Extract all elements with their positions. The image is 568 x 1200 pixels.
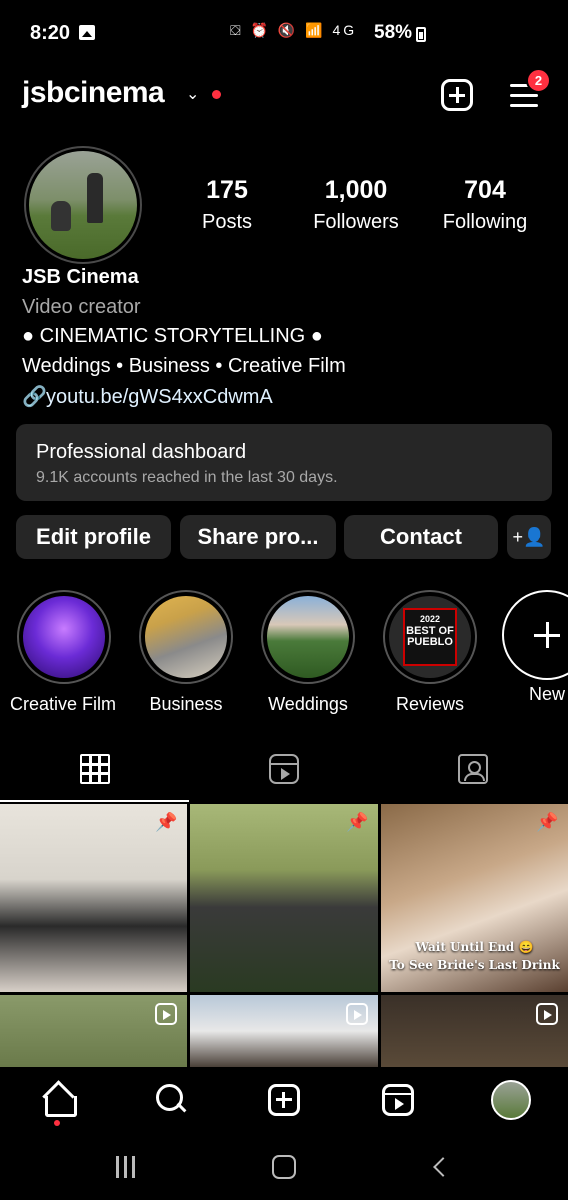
professional-dashboard[interactable]: Professional dashboard 9.1K accounts rea… <box>16 424 552 501</box>
post-thumbnail[interactable] <box>190 995 378 1067</box>
create-icon[interactable] <box>268 1084 300 1116</box>
dashboard-title: Professional dashboard <box>36 441 247 463</box>
best-of-pueblo-badge: 2022 BEST OF PUEBLO <box>403 608 457 666</box>
add-person-icon: +👤 <box>512 527 546 547</box>
profile-category: Video creator <box>22 296 141 318</box>
posts-label: Posts <box>201 211 253 233</box>
create-post-button[interactable] <box>441 79 473 111</box>
highlight-label: Weddings <box>268 694 348 714</box>
profile-nav-avatar[interactable] <box>491 1080 531 1120</box>
status-time: 8:20 <box>30 22 71 44</box>
bottom-navigation <box>0 1068 568 1134</box>
post-thumbnail[interactable]: 📌 <box>0 804 187 992</box>
recent-apps-button[interactable] <box>116 1156 136 1178</box>
profile-header: jsbcinema ⌄ 2 <box>0 68 568 124</box>
profile-link[interactable]: 🔗youtu.be/gWS4xxCdwmA <box>22 384 273 409</box>
notification-badge: 2 <box>526 68 551 93</box>
home-activity-dot <box>54 1120 60 1126</box>
bio-line-1: ● CINEMATIC STORYTELLING ● <box>22 325 323 347</box>
highlight-label: Reviews <box>395 694 465 714</box>
post-thumbnail[interactable]: 📌 Wait Until End 😄 To See Bride's Last D… <box>381 804 568 992</box>
following-label: Following <box>442 211 528 233</box>
unread-dot <box>212 90 221 99</box>
home-icon[interactable] <box>42 1084 77 1117</box>
battery-icon <box>416 27 426 42</box>
profile-display-name: JSB Cinema <box>22 266 139 288</box>
tab-tagged[interactable] <box>378 740 567 802</box>
highlight-weddings[interactable]: Weddings <box>260 590 356 715</box>
highlight-label: Creative Film <box>10 694 117 714</box>
posts-stat[interactable]: 175 Posts <box>162 176 292 234</box>
pin-icon: 📌 <box>155 812 178 832</box>
tab-posts-grid[interactable] <box>0 740 189 802</box>
chevron-down-icon[interactable]: ⌄ <box>186 84 199 104</box>
reel-indicator-icon <box>346 1003 368 1025</box>
highlight-label: Business <box>149 694 223 714</box>
profile-link-text: youtu.be/gWS4xxCdwmA <box>46 386 273 408</box>
posts-count: 175 <box>206 176 248 204</box>
post-thumbnail[interactable]: 📌 <box>190 804 378 992</box>
following-count: 704 <box>464 176 506 204</box>
gallery-notification-icon <box>79 25 95 40</box>
reels-icon <box>269 754 299 784</box>
system-home-button[interactable] <box>272 1155 296 1179</box>
tab-reels[interactable] <box>189 740 378 802</box>
following-stat[interactable]: 704 Following <box>420 176 550 234</box>
followers-count: 1,000 <box>324 176 388 204</box>
system-back-button[interactable] <box>433 1157 453 1177</box>
new-highlight-label: New <box>529 684 566 704</box>
highlight-business[interactable]: Business <box>138 590 234 715</box>
highlight-creative-film[interactable]: Creative Film <box>10 590 116 715</box>
reels-nav-icon[interactable] <box>382 1084 414 1116</box>
edit-profile-button[interactable]: Edit profile <box>16 515 171 559</box>
system-navigation-bar <box>0 1134 568 1200</box>
tagged-person-icon <box>458 754 488 784</box>
new-highlight-button[interactable] <box>502 590 568 680</box>
status-bar: 8:20 ⛋ ⏰ 🔇 📶 4G 58% <box>0 0 568 66</box>
post-thumbnail[interactable] <box>381 995 568 1067</box>
bio-line-2: Weddings • Business • Creative Film <box>22 355 346 377</box>
profile-avatar[interactable] <box>29 151 137 259</box>
post-caption-line-1: Wait Until End 😄 <box>415 940 534 954</box>
share-profile-button[interactable]: Share pro... <box>180 515 336 559</box>
reel-indicator-icon <box>536 1003 558 1025</box>
system-status-icons: ⛋ ⏰ 🔇 📶 4G <box>230 22 358 38</box>
pin-icon: 📌 <box>536 812 559 832</box>
account-username[interactable]: jsbcinema <box>22 76 165 110</box>
pin-icon: 📌 <box>346 812 369 832</box>
highlight-reviews[interactable]: 2022 BEST OF PUEBLO Reviews <box>382 590 478 715</box>
followers-label: Followers <box>313 211 399 233</box>
post-caption-line-2: To See Bride's Last Drink <box>389 958 560 972</box>
dashboard-subtitle: 9.1K accounts reached in the last 30 day… <box>36 469 338 486</box>
post-thumbnail[interactable] <box>0 995 187 1067</box>
search-icon[interactable] <box>156 1084 188 1116</box>
grid-icon <box>80 754 110 784</box>
followers-stat[interactable]: 1,000 Followers <box>291 176 421 234</box>
discover-people-button[interactable]: +👤 <box>507 515 551 559</box>
link-icon: 🔗 <box>22 386 47 408</box>
contact-button[interactable]: Contact <box>344 515 498 559</box>
battery-percentage: 58% <box>374 22 413 43</box>
reel-indicator-icon <box>155 1003 177 1025</box>
